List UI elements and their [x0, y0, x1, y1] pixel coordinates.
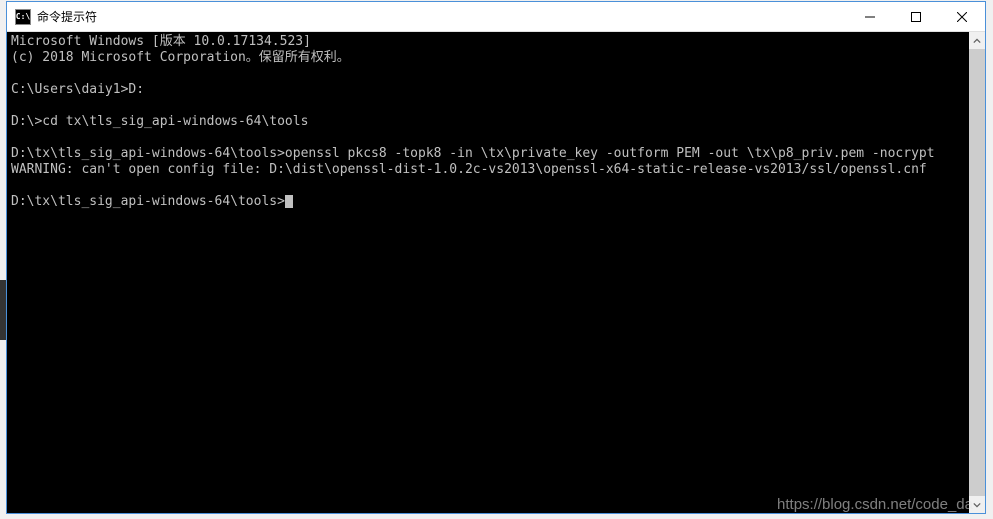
- titlebar[interactable]: C:\ 命令提示符: [7, 2, 985, 32]
- scrollbar-track[interactable]: [969, 49, 985, 496]
- close-button[interactable]: [939, 2, 985, 32]
- scrollbar-thumb[interactable]: [969, 49, 985, 496]
- minimize-button[interactable]: [847, 2, 893, 32]
- scrollbar[interactable]: [969, 32, 985, 513]
- window-title: 命令提示符: [37, 8, 847, 25]
- scroll-up-button[interactable]: [969, 32, 985, 49]
- cmd-window: C:\ 命令提示符 Microsoft Windows [版本 10.0.171…: [6, 1, 986, 514]
- maximize-button[interactable]: [893, 2, 939, 32]
- minimize-icon: [865, 12, 875, 22]
- maximize-icon: [911, 12, 921, 22]
- cmd-icon: C:\: [15, 9, 31, 25]
- close-icon: [957, 12, 967, 22]
- chevron-down-icon: [973, 501, 981, 509]
- terminal-area: Microsoft Windows [版本 10.0.17134.523] (c…: [7, 32, 985, 513]
- chevron-up-icon: [973, 37, 981, 45]
- titlebar-buttons: [847, 2, 985, 31]
- cursor: [285, 195, 293, 208]
- scroll-down-button[interactable]: [969, 496, 985, 513]
- terminal-output[interactable]: Microsoft Windows [版本 10.0.17134.523] (c…: [7, 32, 969, 513]
